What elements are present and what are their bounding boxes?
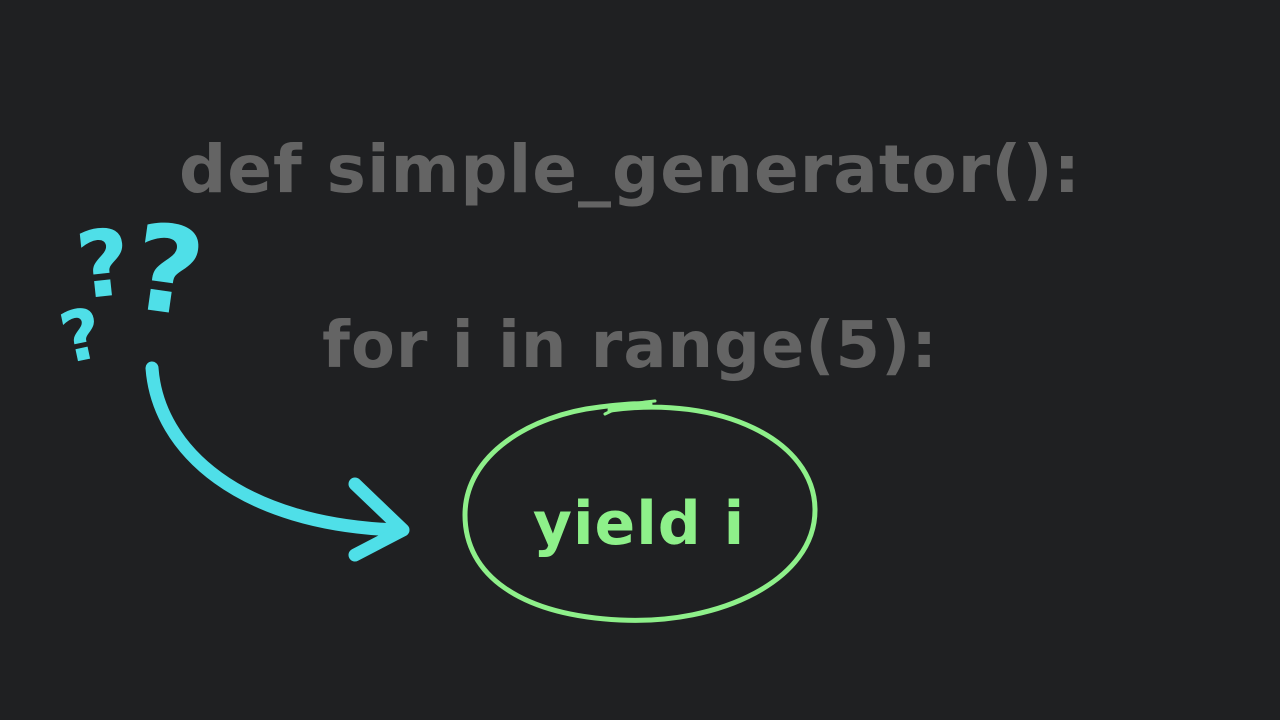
curved-arrow-icon — [145, 361, 410, 562]
annotation-layer: ? ? ? — [53, 198, 818, 623]
question-mark-icon: ? — [124, 198, 212, 345]
slide-canvas: def simple_generator(): for i in range(5… — [0, 0, 1280, 720]
hand-drawn-circle-icon — [462, 399, 818, 623]
